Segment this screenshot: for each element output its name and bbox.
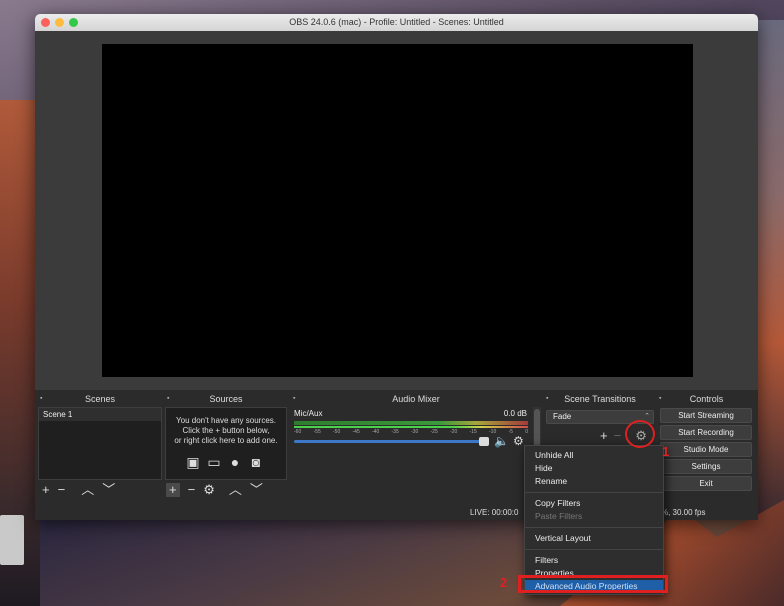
tick: -15 [469, 429, 477, 435]
tick: -45 [352, 429, 360, 435]
scenes-title-text: Scenes [84, 394, 116, 404]
window-title: OBS 24.0.6 (mac) - Profile: Untitled - S… [289, 17, 504, 27]
context-menu: Unhide All Hide Rename Copy Filters Past… [524, 445, 664, 595]
preview-canvas[interactable] [102, 44, 693, 377]
tick: -60 [294, 429, 302, 435]
sources-empty-message: You don't have any sources. Click the + … [166, 416, 286, 446]
sources-list[interactable]: You don't have any sources. Click the + … [165, 407, 287, 480]
minimize-window-button[interactable] [55, 18, 64, 27]
plus-icon[interactable]: + [42, 483, 50, 497]
title-bar: OBS 24.0.6 (mac) - Profile: Untitled - S… [35, 14, 758, 31]
sources-panel-title: ▪ Sources [165, 392, 287, 406]
maximize-window-button[interactable] [69, 18, 78, 27]
meter-ticks: -60 -55 -50 -45 -40 -35 -30 -25 -20 -15 … [294, 429, 528, 437]
menu-separator [525, 549, 663, 550]
empty-line-2: Click the + button below, [182, 426, 270, 435]
channel-name: Mic/Aux [294, 409, 323, 418]
tick: -40 [372, 429, 380, 435]
volume-meter [294, 421, 528, 425]
controls-title-text: Controls [689, 394, 724, 404]
minus-icon[interactable]: − [614, 429, 622, 443]
exit-button[interactable]: Exit [660, 476, 752, 491]
tick: -50 [333, 429, 341, 435]
arrow-up-icon[interactable]: ︿ [81, 483, 94, 497]
menu-item-unhide-all[interactable]: Unhide All [525, 449, 663, 462]
empty-line-3: or right click here to add one. [174, 436, 278, 445]
scenes-list[interactable]: Scene 1 [38, 407, 162, 480]
menu-item-vertical-layout[interactable]: Vertical Layout [525, 532, 663, 545]
sources-toolbar: + − ⚙ ︿ ﹀ [166, 483, 263, 497]
transition-selected-value: Fade [553, 412, 572, 421]
menu-item-hide[interactable]: Hide [525, 462, 663, 475]
menu-item-rename[interactable]: Rename [525, 475, 663, 488]
display-icon: ▭ [207, 454, 221, 470]
scene-item[interactable]: Scene 1 [39, 408, 161, 421]
annotation-box [518, 575, 668, 593]
controls-panel-title: ▪ Controls [657, 392, 756, 406]
settings-button[interactable]: Settings [660, 459, 752, 474]
menu-item-filters[interactable]: Filters [525, 554, 663, 567]
tick: -25 [430, 429, 438, 435]
volume-slider-handle[interactable] [479, 437, 489, 446]
tick: -20 [450, 429, 458, 435]
menu-separator [525, 492, 663, 493]
start-streaming-button[interactable]: Start Streaming [660, 408, 752, 423]
live-timer: LIVE: 00:00:0 [470, 508, 519, 517]
tick: -35 [391, 429, 399, 435]
scene-transitions-panel-title: ▪ Scene Transitions [544, 392, 656, 406]
menu-separator [525, 527, 663, 528]
channel-level: 0.0 dB [503, 409, 527, 418]
minus-icon[interactable]: − [58, 483, 66, 497]
annotation-step-1: 1 [662, 444, 670, 459]
arrow-down-icon[interactable]: ﹀ [102, 483, 115, 497]
source-type-icons: ▣ ▭ ● ◙ [184, 454, 265, 470]
undock-icon[interactable]: ▪ [293, 392, 295, 406]
audio-mixer-panel-title: ▪ Audio Mixer [291, 392, 541, 406]
camera-icon: ◙ [251, 454, 261, 470]
studio-mode-button[interactable]: Studio Mode [660, 442, 752, 457]
minus-icon[interactable]: − [188, 483, 196, 497]
arrow-up-icon[interactable]: ︿ [229, 483, 242, 497]
plus-icon[interactable]: + [166, 483, 180, 497]
sources-title-text: Sources [209, 394, 243, 404]
fps-readout: %, 30.00 fps [661, 508, 706, 517]
speaker-icon[interactable]: 🔈 [494, 434, 509, 448]
window-controls [41, 18, 78, 27]
tick: -55 [313, 429, 321, 435]
annotation-circle [625, 420, 655, 448]
volume-meter-peak [294, 426, 528, 428]
scenes-panel-title: ▪ Scenes [38, 392, 162, 406]
image-icon: ▣ [186, 454, 200, 470]
volume-slider[interactable] [294, 440, 486, 443]
scenes-toolbar: + − ︿ ﹀ [42, 483, 115, 497]
audio-mixer-title-text: Audio Mixer [392, 394, 440, 404]
undock-icon[interactable]: ▪ [167, 392, 169, 406]
undock-icon[interactable]: ▪ [546, 392, 548, 406]
close-window-button[interactable] [41, 18, 50, 27]
arrow-down-icon[interactable]: ﹀ [250, 483, 263, 497]
desktop-icon[interactable] [0, 515, 24, 565]
start-recording-button[interactable]: Start Recording [660, 425, 752, 440]
undock-icon[interactable]: ▪ [40, 392, 42, 406]
mixer-scrollbar-thumb[interactable] [534, 409, 540, 449]
gear-icon[interactable]: ⚙ [203, 483, 215, 497]
preview-area [35, 31, 758, 396]
undock-icon[interactable]: ▪ [659, 392, 661, 406]
menu-item-paste-filters: Paste Filters [535, 511, 583, 521]
audio-mixer: Mic/Aux 0.0 dB -60 -55 -50 -45 -40 -35 -… [291, 407, 533, 503]
gear-icon[interactable]: ⚙ [513, 434, 524, 448]
empty-line-1: You don't have any sources. [176, 416, 276, 425]
globe-icon: ● [230, 454, 240, 470]
menu-item-copy-filters[interactable]: Copy Filters [525, 497, 663, 510]
tick: -30 [411, 429, 419, 435]
plus-icon[interactable]: + [600, 429, 608, 443]
tick: 0 [525, 429, 528, 435]
annotation-step-2: 2 [500, 575, 508, 590]
scene-transitions-title-text: Scene Transitions [564, 394, 636, 404]
